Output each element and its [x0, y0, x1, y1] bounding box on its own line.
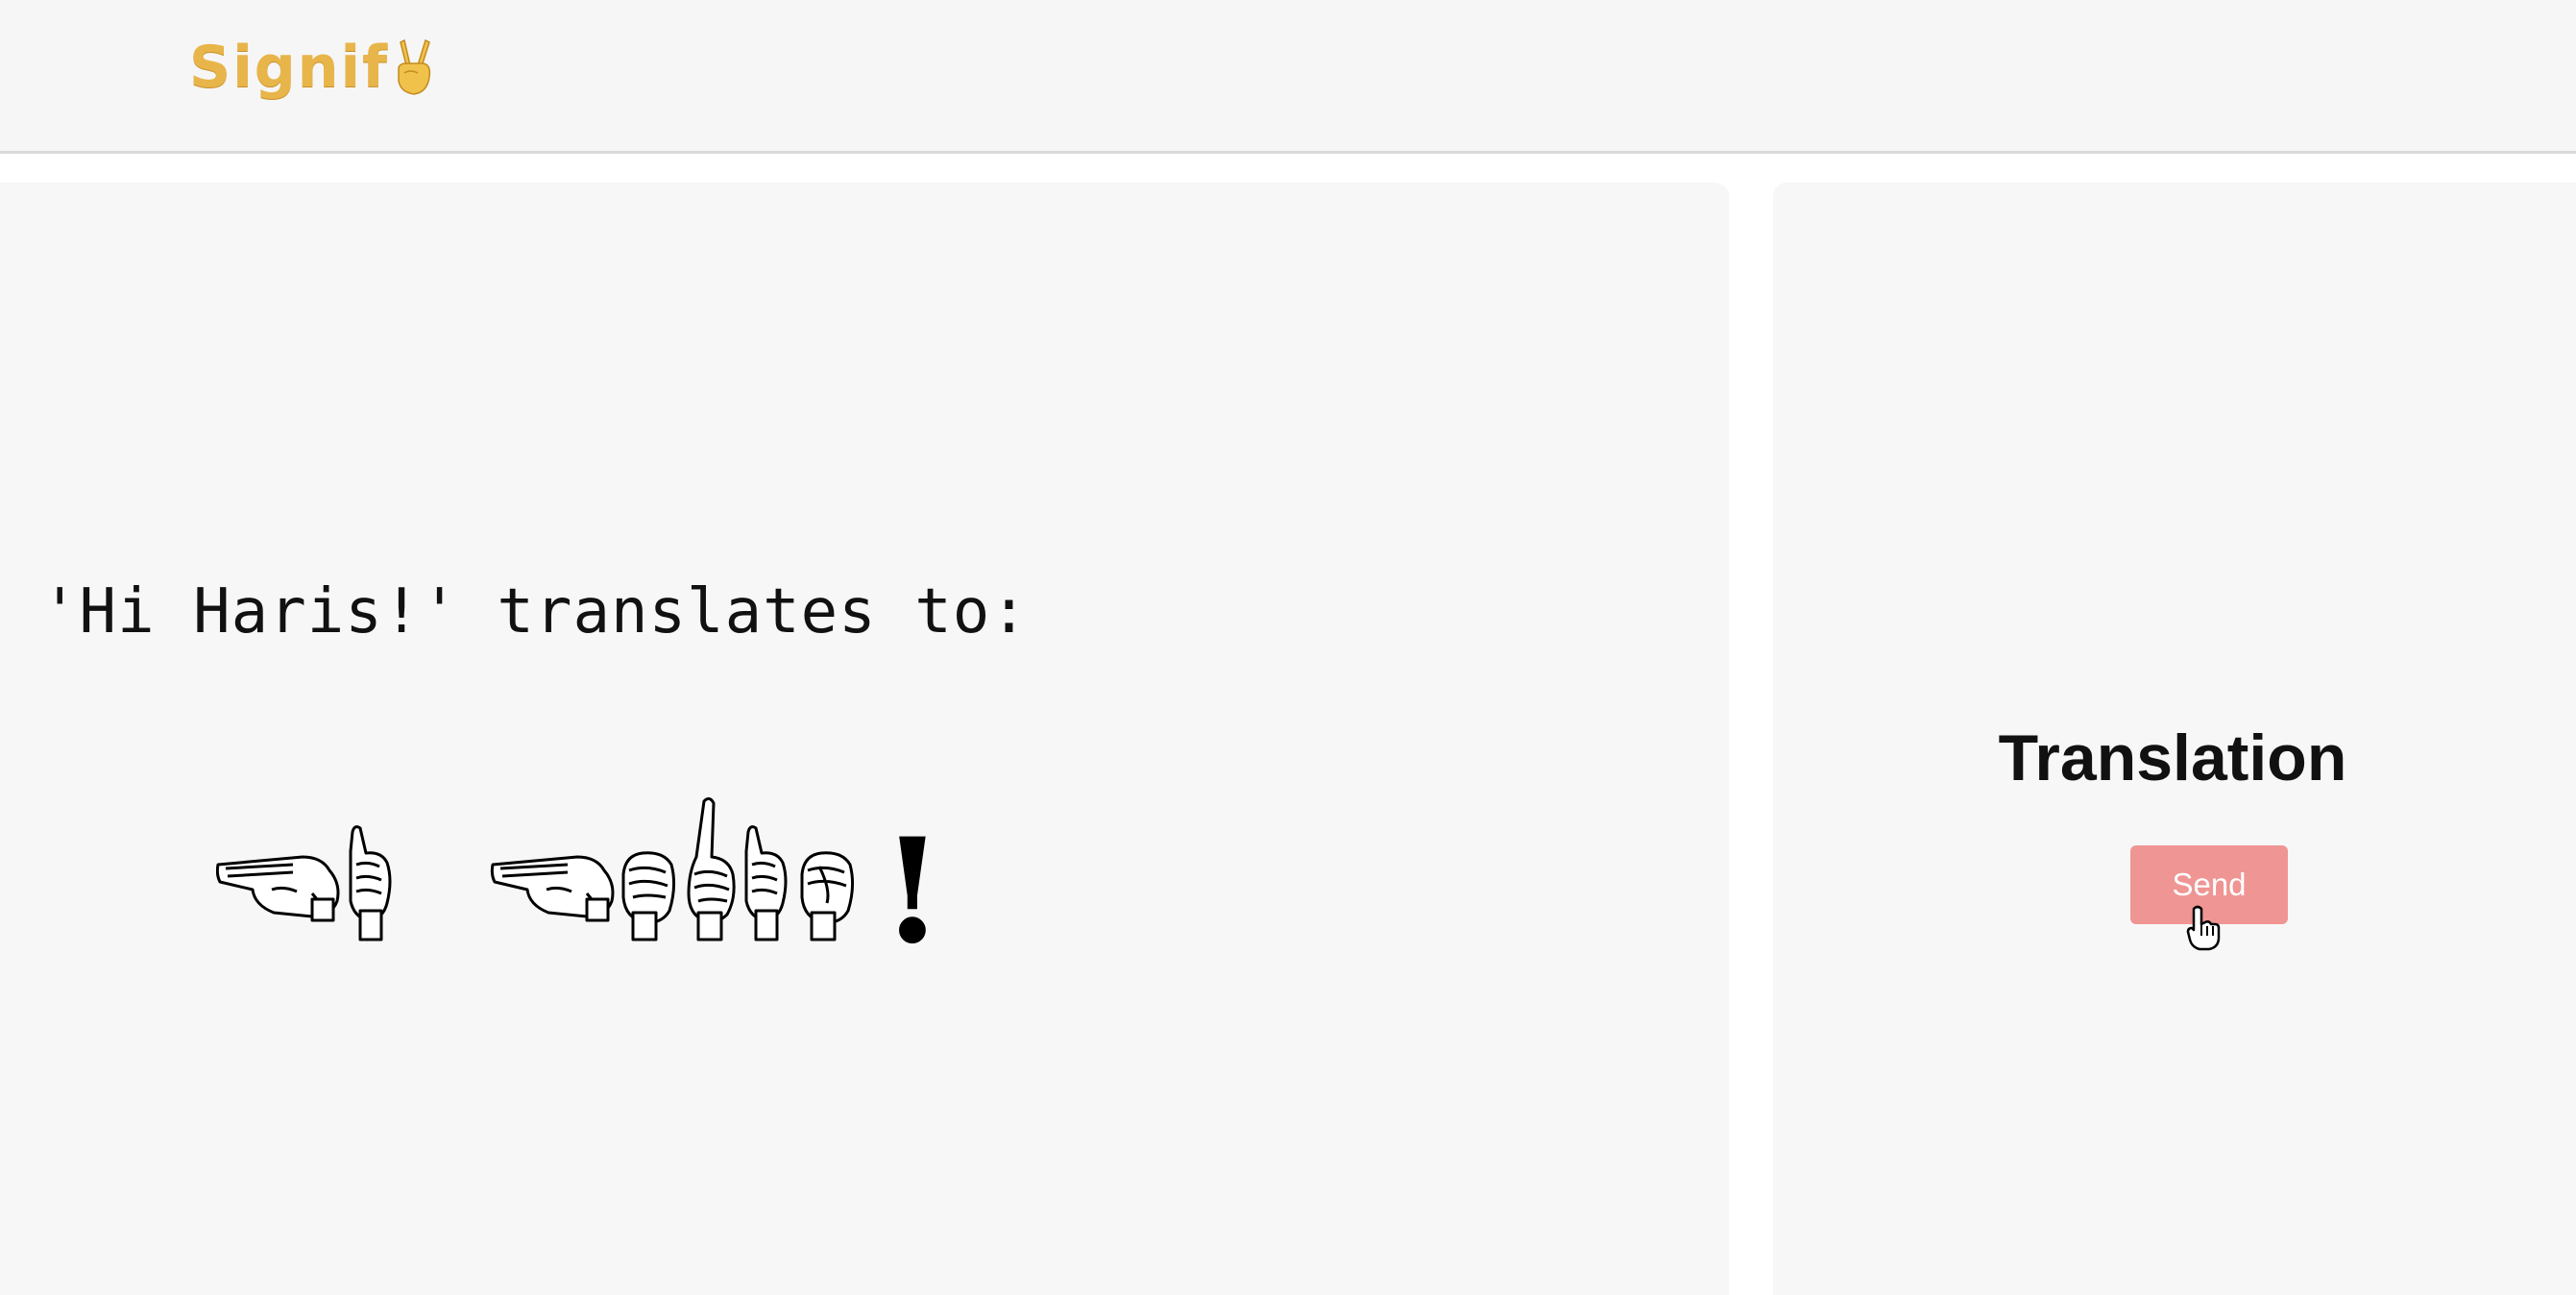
sign-i-icon [349, 825, 392, 941]
translation-output-panel: 'Hi Haris!' translates to: ! [0, 183, 1729, 1295]
translation-control-panel: Translation Send [1773, 183, 2576, 1295]
pointer-cursor-icon [2186, 905, 2221, 951]
sign-h-icon [490, 855, 615, 922]
exclamation-mark: ! [881, 807, 944, 961]
logo-text: Signif [189, 34, 390, 101]
sign-a-icon [621, 851, 676, 941]
app-root: Signif 'Hi Haris!' translates to: ! Tran… [0, 0, 2576, 1295]
sign-s-icon [800, 851, 855, 941]
top-header: Signif [0, 0, 2576, 154]
sign-i-icon [744, 825, 788, 941]
sign-language-output: ! [215, 796, 946, 976]
translation-heading: Translation [1998, 721, 2347, 794]
victory-hand-icon [398, 38, 431, 95]
translated-phrase: 'Hi Haris!' translates to: [41, 576, 1029, 648]
fingerspelling-glyphs: ! [215, 796, 944, 976]
logo[interactable]: Signif [189, 29, 435, 106]
sign-h-icon [215, 855, 340, 922]
sign-r-icon [687, 796, 736, 941]
